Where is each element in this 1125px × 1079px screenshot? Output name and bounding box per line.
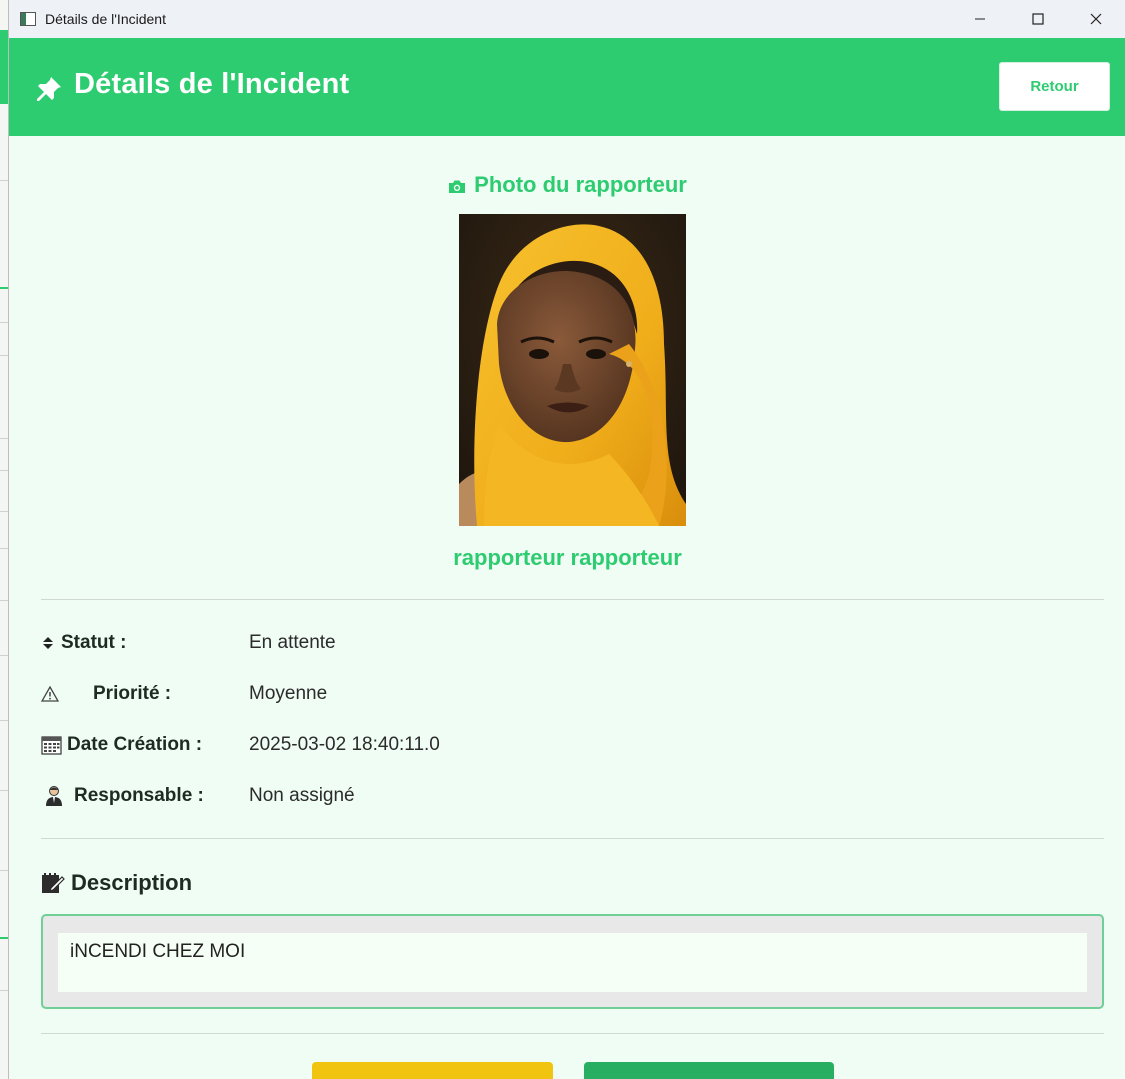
app-icon: [20, 12, 36, 26]
title-bar[interactable]: Détails de l'Incident: [9, 0, 1125, 38]
status-value: En attente: [249, 632, 336, 653]
minimize-button[interactable]: [951, 0, 1009, 38]
divider: [41, 838, 1104, 839]
description-title: Description: [71, 870, 193, 895]
date-label: Date Création :: [41, 734, 202, 756]
reporter-name: rapporteur rapporteur: [453, 545, 682, 570]
reporter-photo: [459, 214, 686, 526]
date-row: Date Création : 2025-03-02 18:40:11.0: [41, 734, 1041, 764]
camera-icon: [449, 180, 466, 193]
photo-section-label: Photo du rapporteur: [474, 172, 687, 197]
photo-section-title: Photo du rapporteur: [9, 172, 1125, 198]
responsible-value: Non assigné: [249, 785, 355, 806]
window-title: Détails de l'Incident: [45, 11, 166, 27]
maximize-button[interactable]: [1009, 0, 1067, 38]
up-down-arrow-icon: [41, 636, 55, 650]
priority-row: Priorité : Moyenne: [41, 683, 1041, 713]
description-heading: Description: [41, 870, 192, 896]
status-label: Statut :: [41, 632, 126, 654]
minimize-icon: [975, 18, 985, 20]
incident-details-window: Détails de l'Incident Détails de l'Incid…: [8, 0, 1125, 1079]
divider: [41, 599, 1104, 600]
priority-label: Priorité :: [41, 683, 171, 705]
date-label-text: Date Création :: [67, 734, 203, 755]
description-text[interactable]: iNCENDI CHEZ MOI: [58, 933, 1087, 992]
green-action-button[interactable]: [584, 1062, 834, 1079]
page-title: Détails de l'Incident: [74, 68, 350, 100]
person-icon: [45, 785, 63, 807]
priority-value: Moyenne: [249, 683, 328, 704]
back-button[interactable]: Retour: [999, 62, 1110, 111]
page-header: Détails de l'Incident Retour: [9, 38, 1125, 136]
memo-icon: [41, 872, 65, 894]
warning-icon: [41, 686, 59, 702]
pushpin-icon: [37, 77, 61, 101]
reporter-portrait-image: [459, 214, 686, 526]
calendar-icon: [41, 735, 62, 755]
responsible-row: Responsable : Non assigné: [41, 785, 1041, 815]
maximize-icon: [1032, 13, 1044, 25]
date-value: 2025-03-02 18:40:11.0: [249, 734, 440, 755]
responsible-label-text: Responsable :: [74, 785, 204, 806]
close-icon: [1090, 13, 1102, 25]
responsible-label: Responsable :: [41, 785, 204, 807]
priority-label-text: Priorité :: [93, 683, 172, 704]
window-controls: [951, 0, 1125, 38]
divider: [41, 1033, 1104, 1034]
status-row: Statut : En attente: [41, 632, 1041, 662]
yellow-action-button[interactable]: [312, 1062, 553, 1079]
status-label-text: Statut :: [61, 632, 127, 653]
close-button[interactable]: [1067, 0, 1125, 38]
description-box: iNCENDI CHEZ MOI: [41, 914, 1104, 1009]
